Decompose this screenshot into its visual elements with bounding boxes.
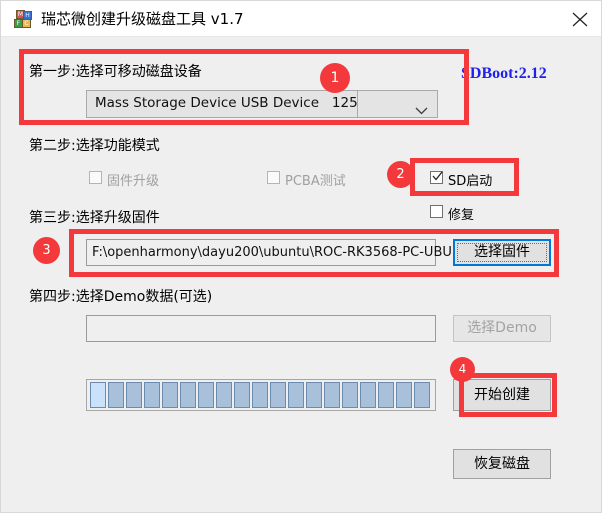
progress-segment [162,382,178,408]
checkbox-label: 修复 [448,208,475,223]
progress-bar [86,379,436,411]
checkbox-box [267,171,280,184]
progress-segment [342,382,358,408]
firmware-path-input[interactable]: F:\openharmony\dayu200\ubuntu\ROC-RK3568… [86,239,452,266]
title-bar: M H F C 瑞芯微创建升级磁盘工具 v1.7 [1,1,601,37]
annotation-badge-3: 3 [33,237,60,264]
checkbox-label: 固件升级 [107,174,160,189]
device-select-value: Mass Storage Device USB Device 125.0G [95,95,382,111]
progress-segment [234,382,250,408]
progress-segment [324,382,340,408]
step1-label: 第一步:选择可移动磁盘设备 [29,64,202,80]
start-create-button[interactable]: 开始创建 [453,379,551,411]
step2-label: 第二步:选择功能模式 [29,138,160,154]
progress-segment [378,382,394,408]
progress-segment [126,382,142,408]
checkbox-box [430,205,443,218]
restore-disk-button[interactable]: 恢复磁盘 [453,449,551,479]
device-select-arrow-area[interactable] [358,90,438,118]
annotation-badge-2: 2 [387,161,414,188]
select-demo-label: 选择Demo [467,320,537,336]
progress-segment [288,382,304,408]
progress-segment [90,382,106,408]
progress-segment [180,382,196,408]
start-create-label: 开始创建 [474,387,530,403]
progress-segment [360,382,376,408]
progress-segment [396,382,412,408]
step4-label: 第四步:选择Demo数据(可选) [29,289,213,305]
select-demo-button[interactable]: 选择Demo [453,315,551,342]
checkbox-label: SD启动 [448,174,493,189]
sdboot-version: SDBoot:2.12 [461,65,547,82]
progress-segment [270,382,286,408]
firmware-path-value: F:\openharmony\dayu200\ubuntu\ROC-RK3568… [92,245,452,260]
restore-disk-label: 恢复磁盘 [474,456,530,472]
window-title: 瑞芯微创建升级磁盘工具 v1.7 [41,10,244,28]
device-select[interactable]: Mass Storage Device USB Device 125.0G [86,90,381,118]
select-firmware-button[interactable]: 选择固件 [453,239,551,266]
check-mark-icon [432,171,443,186]
app-window: M H F C 瑞芯微创建升级磁盘工具 v1.7 第一步:选择可移动磁盘设备 M… [0,0,602,513]
progress-segment [414,382,430,408]
close-icon[interactable] [557,1,601,36]
progress-segment [306,382,322,408]
progress-segment [144,382,160,408]
demo-path-input[interactable] [86,315,436,342]
progress-segment [252,382,268,408]
checkbox-label: PCBA测试 [285,174,346,189]
checkbox-box [89,171,102,184]
progress-segment [216,382,232,408]
step3-label: 第三步:选择升级固件 [29,210,160,226]
mfc-blocks-icon: M H F C [13,10,32,29]
annotation-badge-1: 1 [320,63,350,93]
progress-segment [198,382,214,408]
chevron-down-icon [415,100,428,119]
progress-segment [108,382,124,408]
